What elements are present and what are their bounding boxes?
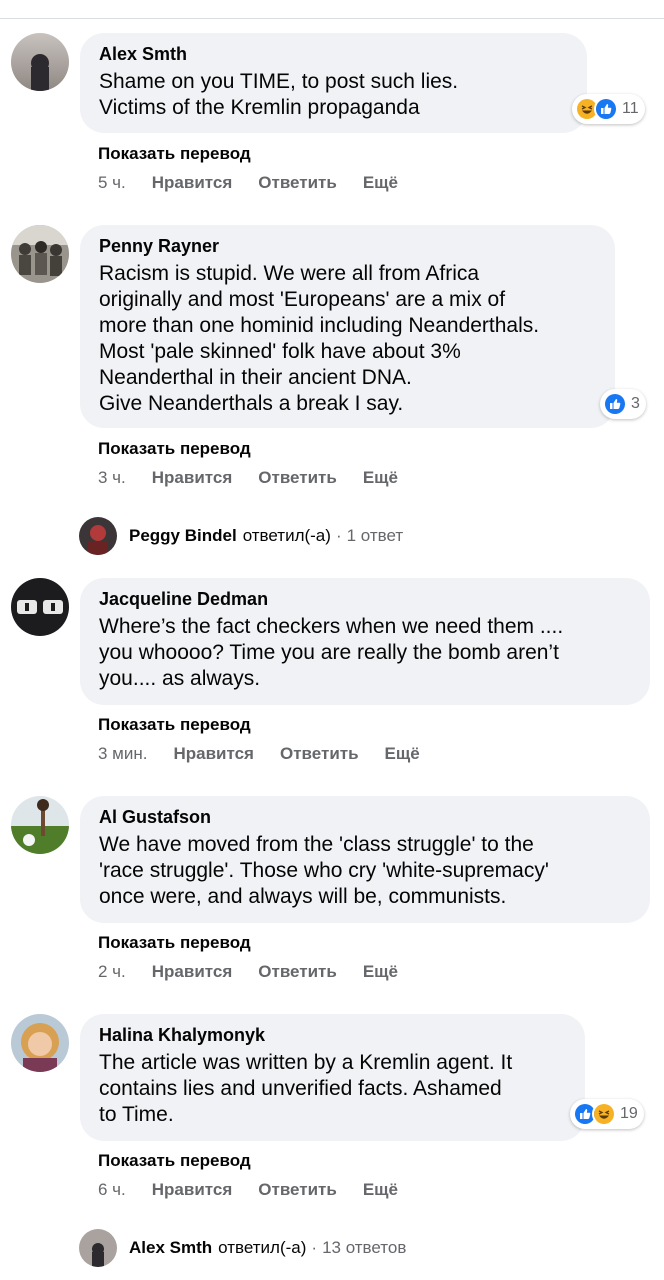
more-button[interactable]: Ещё <box>363 173 398 193</box>
comment-time[interactable]: 3 ч. <box>98 468 126 488</box>
more-button[interactable]: Ещё <box>363 468 398 488</box>
like-button[interactable]: Нравится <box>152 173 233 193</box>
comment-bubble: Halina Khalymonyk The article was writte… <box>80 1014 585 1141</box>
show-translation-link[interactable]: Показать перевод <box>98 715 251 735</box>
more-button[interactable]: Ещё <box>385 744 420 764</box>
show-translation-link[interactable]: Показать перевод <box>98 1151 251 1171</box>
reactions-count: 19 <box>620 1105 638 1122</box>
more-button[interactable]: Ещё <box>363 962 398 982</box>
like-button[interactable]: Нравится <box>152 1180 233 1200</box>
comment-author[interactable]: Alex Smth <box>99 43 567 65</box>
comment-text: Racism is stupid. We were all from Afric… <box>99 262 540 415</box>
comment-time[interactable]: 6 ч. <box>98 1180 126 1200</box>
reply-button[interactable]: Ответить <box>258 173 337 193</box>
reply-author: Peggy Bindel <box>129 526 237 545</box>
avatar-jacqueline-dedman[interactable] <box>11 578 69 636</box>
comment-actions: 5 ч. Нравится Ответить Ещё <box>98 173 424 193</box>
view-replies-link[interactable]: Peggy Bindel ответил(-а) · 1 ответ <box>79 517 403 555</box>
reactions-summary[interactable]: 19 <box>570 1099 644 1129</box>
like-icon <box>594 97 618 121</box>
reply-count: 1 ответ <box>346 526 404 545</box>
show-translation-link[interactable]: Показать перевод <box>98 144 251 164</box>
separator-dot: · <box>311 1238 318 1257</box>
comment-author[interactable]: Halina Khalymonyk <box>99 1024 565 1046</box>
like-icon <box>603 392 627 416</box>
separator-dot: · <box>335 526 342 545</box>
reactions-summary[interactable]: 11 <box>572 94 645 124</box>
comment-text: We have moved from the 'class struggle' … <box>99 833 549 908</box>
comment-author[interactable]: Al Gustafson <box>99 806 630 828</box>
like-button[interactable]: Нравится <box>152 468 233 488</box>
avatar-alex-smth <box>79 1229 117 1267</box>
avatar-penny-rayner[interactable] <box>11 225 69 283</box>
comment-text: The article was written by a Kremlin age… <box>99 1051 513 1126</box>
avatar-halina-khalymonyk[interactable] <box>11 1014 69 1072</box>
show-translation-link[interactable]: Показать перевод <box>98 439 251 459</box>
comment-text: Where’s the fact checkers when we need t… <box>99 615 564 690</box>
comment-actions: 6 ч. Нравится Ответить Ещё <box>98 1180 424 1200</box>
view-replies-link[interactable]: Alex Smth ответил(-а) · 13 ответов <box>79 1229 406 1267</box>
reply-count: 13 ответов <box>322 1238 407 1257</box>
top-divider <box>0 18 664 19</box>
reactions-count: 11 <box>622 100 639 117</box>
like-button[interactable]: Нравится <box>152 962 233 982</box>
avatar-alex-smth[interactable] <box>11 33 69 91</box>
comment-text: Shame on you TIME, to post such lies. Vi… <box>99 70 459 119</box>
avatar-peggy-bindel <box>79 517 117 555</box>
reply-button[interactable]: Ответить <box>280 744 359 764</box>
reactions-count: 3 <box>631 395 640 412</box>
reply-button[interactable]: Ответить <box>258 1180 337 1200</box>
comment-actions: 2 ч. Нравится Ответить Ещё <box>98 962 424 982</box>
comment-bubble: Jacqueline Dedman Where’s the fact check… <box>80 578 650 705</box>
comment-time[interactable]: 3 мин. <box>98 744 147 764</box>
reply-button[interactable]: Ответить <box>258 468 337 488</box>
reply-verb: ответил(-а) <box>218 1238 307 1257</box>
avatar-al-gustafson[interactable] <box>11 796 69 854</box>
comment-actions: 3 мин. Нравится Ответить Ещё <box>98 744 446 764</box>
comment-time[interactable]: 2 ч. <box>98 962 126 982</box>
haha-icon <box>592 1102 616 1126</box>
comment-author[interactable]: Jacqueline Dedman <box>99 588 630 610</box>
reactions-summary[interactable]: 3 <box>600 389 646 419</box>
comment-bubble: Al Gustafson We have moved from the 'cla… <box>80 796 650 923</box>
comment-actions: 3 ч. Нравится Ответить Ещё <box>98 468 424 488</box>
comment-time[interactable]: 5 ч. <box>98 173 126 193</box>
comment-bubble: Alex Smth Shame on you TIME, to post suc… <box>80 33 587 133</box>
more-button[interactable]: Ещё <box>363 1180 398 1200</box>
like-button[interactable]: Нравится <box>173 744 254 764</box>
comment-author[interactable]: Penny Rayner <box>99 235 595 257</box>
show-translation-link[interactable]: Показать перевод <box>98 933 251 953</box>
reply-author: Alex Smth <box>129 1238 213 1257</box>
reply-verb: ответил(-а) <box>242 526 331 545</box>
comment-bubble: Penny Rayner Racism is stupid. We were a… <box>80 225 615 428</box>
reply-button[interactable]: Ответить <box>258 962 337 982</box>
